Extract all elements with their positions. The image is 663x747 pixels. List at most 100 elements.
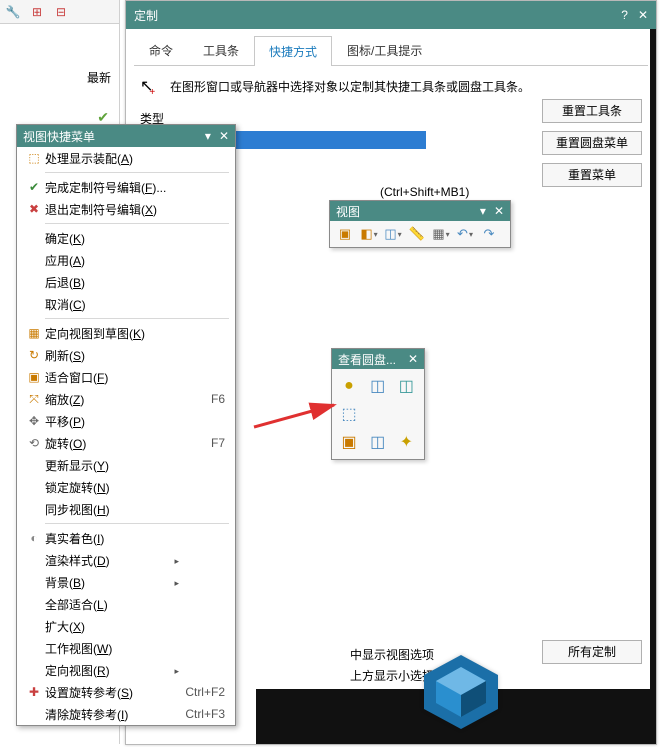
⬚-icon: ⬚ bbox=[23, 151, 45, 165]
ip-close-icon[interactable]: ✕ bbox=[408, 352, 418, 366]
✥-icon: ✥ bbox=[23, 414, 45, 428]
ctx-item-label: 旋转(O) bbox=[45, 435, 179, 452]
ctx-shortcut: F6 bbox=[179, 392, 229, 406]
view-context-menu: 视图快捷菜单 ▾ ✕ ⬚处理显示装配(A)✔完成定制符号编辑(F)...✖退出定… bbox=[16, 124, 236, 726]
ctx-item-label: 背景(B) bbox=[45, 574, 174, 591]
separator bbox=[45, 523, 229, 524]
submenu-arrow-icon bbox=[174, 663, 179, 677]
ctx-item[interactable]: 扩大(X) bbox=[17, 615, 235, 637]
ctx-item-label: 清除旋转参考(I) bbox=[45, 706, 179, 723]
ctx-item-label: 全部适合(L) bbox=[45, 596, 179, 613]
close-button[interactable]: ✕ bbox=[638, 8, 648, 22]
ctx-item[interactable]: 后退(B) bbox=[17, 271, 235, 293]
toolbar-icon-1[interactable]: 🔧 bbox=[4, 3, 22, 21]
ctx-dropdown-icon[interactable]: ▾ bbox=[205, 129, 211, 143]
fit-window-icon[interactable]: ▣ bbox=[336, 225, 354, 243]
tab-commands[interactable]: 命令 bbox=[134, 35, 188, 65]
box2-icon[interactable]: ◫ bbox=[367, 431, 389, 453]
ctx-item[interactable]: 锁定旋转(N) bbox=[17, 476, 235, 498]
hex-logo bbox=[416, 651, 506, 734]
dialog-title: 定制 bbox=[134, 7, 158, 24]
ctx-item[interactable]: ⬚处理显示装配(A) bbox=[17, 147, 235, 169]
ctx-item-label: 刷新(S) bbox=[45, 347, 179, 364]
sphere-icon[interactable]: ● bbox=[338, 375, 360, 397]
ctx-item-label: 真实着色(I) bbox=[45, 530, 179, 547]
cube-icon[interactable]: ◫ bbox=[384, 225, 402, 243]
tab-toolbars[interactable]: 工具条 bbox=[188, 35, 254, 65]
ft-min-icon[interactable]: ▾ bbox=[480, 204, 486, 218]
ctx-item[interactable]: ↻刷新(S) bbox=[17, 344, 235, 366]
reset-disc-button[interactable]: 重置圆盘菜单 bbox=[542, 131, 642, 155]
reset-toolbar-button[interactable]: 重置工具条 bbox=[542, 99, 642, 123]
undo-icon[interactable]: ↶ bbox=[456, 225, 474, 243]
ctx-item-label: 平移(P) bbox=[45, 413, 179, 430]
axis-icon[interactable]: ✦ bbox=[395, 431, 417, 453]
tab-icons[interactable]: 图标/工具提示 bbox=[332, 35, 437, 65]
help-button[interactable]: ? bbox=[621, 8, 628, 22]
box-blue-icon[interactable]: ◫ bbox=[367, 375, 389, 397]
ctx-item-label: 确定(K) bbox=[45, 230, 179, 247]
float-toolbar-title: 视图 bbox=[336, 203, 360, 220]
tab-bar: 命令 工具条 快捷方式 图标/工具提示 bbox=[134, 35, 648, 66]
✚-icon: ✚ bbox=[23, 685, 45, 699]
ruler-icon[interactable]: 📏 bbox=[408, 225, 426, 243]
empty-slot-2 bbox=[395, 403, 417, 425]
ctx-item-label: 渲染样式(D) bbox=[45, 552, 174, 569]
✔-icon: ✔ bbox=[23, 180, 45, 194]
▣-icon: ▣ bbox=[23, 370, 45, 384]
ctx-item[interactable]: 工作视图(W) bbox=[17, 637, 235, 659]
info-text: 在图形窗口或导航器中选择对象以定制其快捷工具条或圆盘工具条。 bbox=[170, 78, 530, 95]
ctx-item[interactable]: 同步视图(H) bbox=[17, 498, 235, 520]
plane-icon[interactable]: ◧ bbox=[360, 225, 378, 243]
ctx-item[interactable]: 全部适合(L) bbox=[17, 593, 235, 615]
ctx-item[interactable]: ✥平移(P) bbox=[17, 410, 235, 432]
ctx-item-label: 退出定制符号编辑(X) bbox=[45, 201, 179, 218]
ctx-item-label: 定向视图到草图(K) bbox=[45, 325, 179, 342]
◐-icon: ◐ bbox=[23, 531, 45, 545]
ctx-item[interactable]: 确定(K) bbox=[17, 227, 235, 249]
ctx-item[interactable]: 清除旋转参考(I)Ctrl+F3 bbox=[17, 703, 235, 725]
redo-icon[interactable]: ↷ bbox=[480, 225, 498, 243]
red-arrow-annotation bbox=[250, 395, 350, 438]
↻-icon: ↻ bbox=[23, 348, 45, 362]
ctx-item[interactable]: ⤧缩放(Z)F6 bbox=[17, 388, 235, 410]
ctx-item[interactable]: 渲染样式(D) bbox=[17, 549, 235, 571]
ctx-item[interactable]: ✔完成定制符号编辑(F)... bbox=[17, 176, 235, 198]
ctx-item-label: 完成定制符号编辑(F)... bbox=[45, 179, 179, 196]
ctx-item[interactable]: ✚设置旋转参考(S)Ctrl+F2 bbox=[17, 681, 235, 703]
ctx-item-label: 缩放(Z) bbox=[45, 391, 179, 408]
ctx-item[interactable]: 背景(B) bbox=[17, 571, 235, 593]
ctx-close-icon[interactable]: ✕ bbox=[219, 129, 229, 143]
reset-menu-button[interactable]: 重置菜单 bbox=[542, 163, 642, 187]
box-teal-icon[interactable]: ◫ bbox=[395, 375, 417, 397]
ctx-item-label: 同步视图(H) bbox=[45, 501, 179, 518]
toolbar-icon-2[interactable]: ⊞ bbox=[28, 3, 46, 21]
separator bbox=[45, 223, 229, 224]
✖-icon: ✖ bbox=[23, 202, 45, 216]
ctx-shortcut: Ctrl+F3 bbox=[179, 707, 229, 721]
ft-close-icon[interactable]: ✕ bbox=[494, 204, 504, 218]
ctx-item-label: 设置旋转参考(S) bbox=[45, 684, 179, 701]
ctx-item[interactable]: ⟲旋转(O)F7 bbox=[17, 432, 235, 454]
grid-icon[interactable]: ▦ bbox=[432, 225, 450, 243]
ctx-item[interactable]: 更新显示(Y) bbox=[17, 454, 235, 476]
ctx-item[interactable]: 定向视图(R) bbox=[17, 659, 235, 681]
hint-1: (Ctrl+Shift+MB1) bbox=[380, 183, 469, 201]
ctx-item[interactable]: ✖退出定制符号编辑(X) bbox=[17, 198, 235, 220]
submenu-arrow-icon bbox=[174, 575, 179, 589]
separator bbox=[45, 172, 229, 173]
view-toolbar: 视图 ▾ ✕ ▣ ◧ ◫ 📏 ▦ ↶ ↷ bbox=[329, 200, 511, 248]
ctx-item-label: 工作视图(W) bbox=[45, 640, 179, 657]
ctx-item[interactable]: 应用(A) bbox=[17, 249, 235, 271]
ctx-item[interactable]: ▦定向视图到草图(K) bbox=[17, 322, 235, 344]
toolbar-icon-3[interactable]: ⊟ bbox=[52, 3, 70, 21]
tab-shortcuts[interactable]: 快捷方式 bbox=[254, 36, 332, 66]
ctx-item[interactable]: ▣适合窗口(F) bbox=[17, 366, 235, 388]
ctx-item-label: 扩大(X) bbox=[45, 618, 179, 635]
ctx-item-label: 适合窗口(F) bbox=[45, 369, 179, 386]
all-customize-button[interactable]: 所有定制 bbox=[542, 640, 642, 664]
separator bbox=[45, 318, 229, 319]
ctx-item-label: 取消(C) bbox=[45, 296, 179, 313]
ctx-item[interactable]: ◐真实着色(I) bbox=[17, 527, 235, 549]
ctx-item[interactable]: 取消(C) bbox=[17, 293, 235, 315]
